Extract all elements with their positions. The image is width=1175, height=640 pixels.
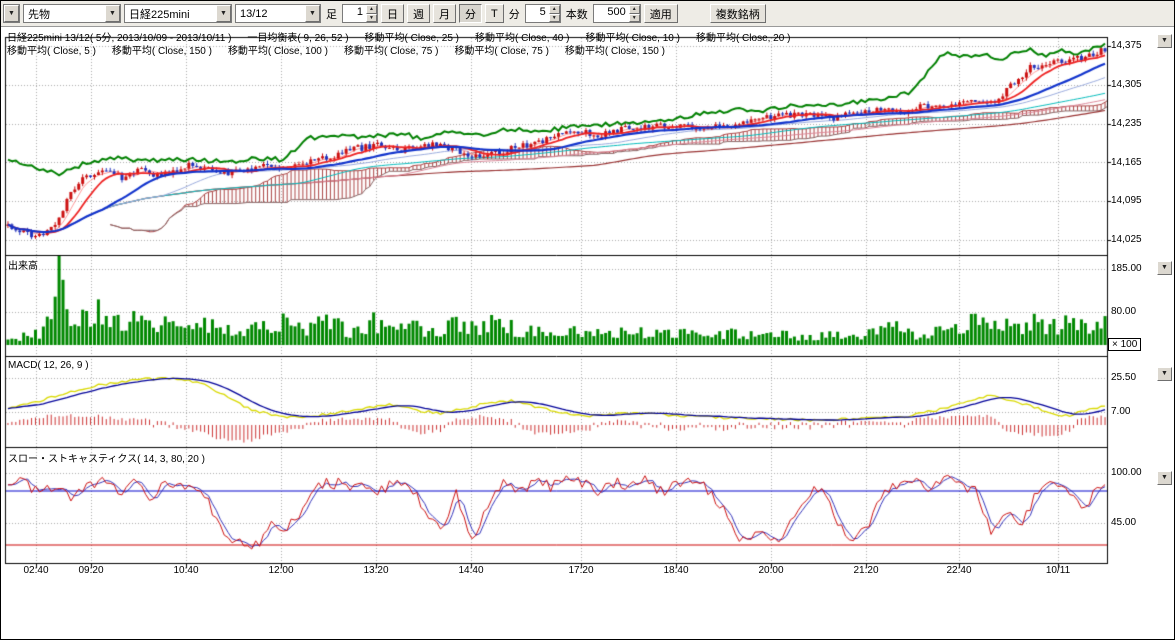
bars-label: 本数	[566, 6, 588, 22]
stoch-axis-tick: 45.00	[1111, 517, 1136, 528]
period-month-button[interactable]: 月	[433, 4, 456, 23]
legend-ma150: 移動平均( Close, 150 )	[112, 46, 212, 57]
time-axis-tick: 20:00	[758, 565, 783, 576]
time-axis-tick: 02:40	[23, 565, 48, 576]
stoch-panel-label: スロー・ストキャスティクス( 14, 3, 80, 20 )	[8, 450, 205, 465]
volume-axis-tick: 185.00	[1111, 263, 1142, 274]
spinner-up-icon[interactable]: ▲	[629, 5, 640, 14]
legend-line-2: 移動平均( Close, 5 ) 移動平均( Close, 150 ) 移動平均( …	[7, 42, 681, 57]
contract-month-dropdown[interactable]: 13/12▼	[235, 4, 321, 23]
chart-canvas[interactable]	[1, 1, 1175, 640]
legend-ma20: 移動平均( Close, 20 )	[696, 33, 790, 44]
chart-window: ▼ 先物▼ 日経225mini▼ 13/12▼ 足 1▲▼ 日 週 月 分 T …	[0, 0, 1175, 640]
toolbar: ▼ 先物▼ 日経225mini▼ 13/12▼ 足 1▲▼ 日 週 月 分 T …	[1, 1, 1174, 27]
period-week-button[interactable]: 週	[407, 4, 430, 23]
price-axis-tick: 14,025	[1111, 234, 1142, 245]
period-day-button[interactable]: 日	[381, 4, 404, 23]
legend-ma75: 移動平均( Close, 75 )	[344, 46, 438, 57]
time-axis-tick: 09:20	[78, 565, 103, 576]
legend-ma5: 移動平均( Close, 5 )	[7, 46, 96, 57]
legend-ma100: 移動平均( Close, 100 )	[228, 46, 328, 57]
symbol-dropdown[interactable]: 日経225mini▼	[124, 4, 232, 23]
chevron-down-icon[interactable]: ▼	[105, 5, 120, 22]
volume-scale-scroll-button[interactable]: ▼	[1157, 261, 1172, 275]
price-axis-tick: 14,235	[1111, 118, 1142, 129]
volume-multiplier-badge: × 100	[1108, 338, 1141, 351]
volume-panel-label: 出来高	[8, 257, 38, 272]
macd-panel-label: MACD( 12, 26, 9 )	[8, 360, 89, 371]
macd-scale-scroll-button[interactable]: ▼	[1157, 367, 1172, 381]
legend-ma150b: 移動平均( Close, 150 )	[565, 46, 665, 57]
bars-value[interactable]: 500	[594, 5, 629, 22]
instrument-type-value: 先物	[24, 6, 105, 22]
stoch-axis-tick: 100.00	[1111, 467, 1142, 478]
spinner-down-icon[interactable]: ▼	[366, 14, 377, 23]
price-axis-tick: 14,375	[1111, 40, 1142, 51]
price-axis-tick: 14,305	[1111, 79, 1142, 90]
chevron-down-icon[interactable]: ▼	[305, 5, 320, 22]
legend-ma75b: 移動平均( Close, 75 )	[454, 46, 548, 57]
volume-axis-tick: 80.00	[1111, 306, 1136, 317]
stoch-scale-scroll-button[interactable]: ▼	[1157, 471, 1172, 485]
instrument-type-dropdown[interactable]: 先物▼	[23, 4, 121, 23]
spinner-up-icon[interactable]: ▲	[549, 5, 560, 14]
spinner-up-icon[interactable]: ▲	[366, 5, 377, 14]
time-axis-tick: 22:40	[946, 565, 971, 576]
spinner-down-icon[interactable]: ▼	[629, 14, 640, 23]
time-axis-tick: 14:40	[458, 565, 483, 576]
interval-spinner[interactable]: 1▲▼	[342, 4, 378, 23]
price-axis-tick: 14,165	[1111, 157, 1142, 168]
interval-value[interactable]: 1	[343, 5, 366, 22]
time-axis-tick: 18:40	[663, 565, 688, 576]
apply-button[interactable]: 適用	[644, 4, 678, 23]
time-axis-tick: 12:00	[268, 565, 293, 576]
price-axis-tick: 14,095	[1111, 195, 1142, 206]
time-axis-tick: 17:20	[568, 565, 593, 576]
minute-value[interactable]: 5	[526, 5, 549, 22]
time-axis-tick: 13:20	[363, 565, 388, 576]
minute-unit-label: 分	[509, 6, 520, 22]
time-axis-tick: 10/11	[1046, 565, 1070, 576]
macd-axis-tick: 25.50	[1111, 372, 1136, 383]
symbol-value: 日経225mini	[125, 6, 216, 22]
price-scale-scroll-button[interactable]: ▼	[1157, 34, 1172, 48]
bars-spinner[interactable]: 500▲▼	[593, 4, 641, 23]
chart-style-dropdown[interactable]: ▼	[3, 4, 20, 23]
period-tick-button[interactable]: T	[485, 4, 504, 23]
time-axis-tick: 10:40	[173, 565, 198, 576]
contract-month-value: 13/12	[236, 8, 305, 20]
minute-spinner[interactable]: 5▲▼	[525, 4, 561, 23]
multi-symbol-button[interactable]: 複数銘柄	[710, 4, 766, 23]
time-axis-tick: 21:20	[853, 565, 878, 576]
chevron-down-icon[interactable]: ▼	[4, 5, 19, 22]
timeframe-label: 足	[326, 6, 337, 22]
period-minute-button[interactable]: 分	[459, 4, 482, 23]
macd-axis-tick: 7.00	[1111, 406, 1130, 417]
spinner-down-icon[interactable]: ▼	[549, 14, 560, 23]
chevron-down-icon[interactable]: ▼	[216, 5, 231, 22]
